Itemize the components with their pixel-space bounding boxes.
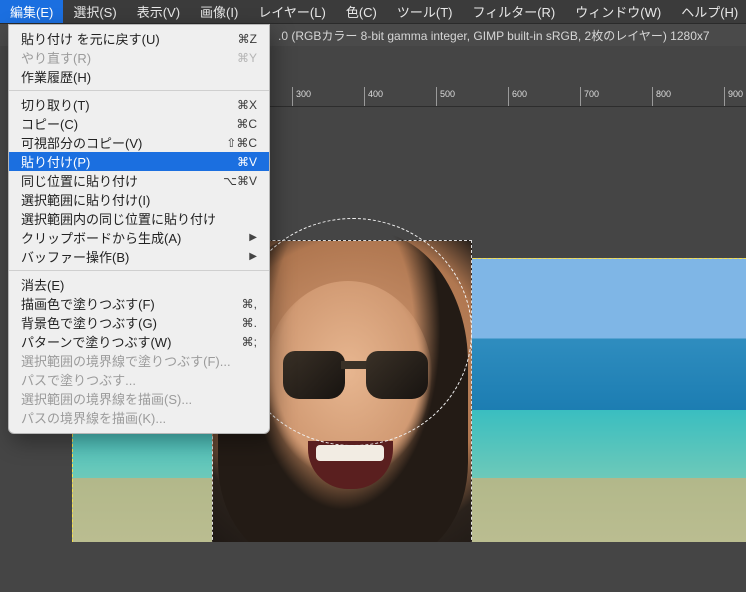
- menu-item-label: 貼り付け を元に戻す(U): [21, 29, 226, 48]
- menu-item-label: 選択範囲内の同じ位置に貼り付け: [21, 209, 257, 228]
- menu-ヘルプ[interactable]: ヘルプ(H): [671, 0, 746, 23]
- menu-item-label: パターンで塗りつぶす(W): [21, 332, 230, 351]
- menu-item-背景色で塗りつぶすG[interactable]: 背景色で塗りつぶす(G) ⌘.: [9, 313, 269, 332]
- menu-item-shortcut: ⌘.: [242, 316, 257, 330]
- menu-item-クリップボードから生成A[interactable]: クリップボードから生成(A) ▶: [9, 228, 269, 247]
- ruler-tick: 700: [580, 87, 599, 106]
- menu-item-shortcut: ⇧⌘C: [226, 136, 257, 150]
- menu-色[interactable]: 色(C): [336, 0, 387, 23]
- menu-separator: [9, 270, 269, 271]
- menu-item-label: 選択範囲の境界線で塗りつぶす(F)...: [21, 351, 257, 370]
- menu-選択[interactable]: 選択(S): [63, 0, 126, 23]
- menu-item-コピーC[interactable]: コピー(C) ⌘C: [9, 114, 269, 133]
- sunglasses: [283, 351, 428, 403]
- menu-item-やり直すR: やり直す(R) ⌘Y: [9, 48, 269, 67]
- menu-item-label: 作業履歴(H): [21, 67, 257, 86]
- menu-表示[interactable]: 表示(V): [127, 0, 190, 23]
- menu-item-選択範囲の境界線を描画S: 選択範囲の境界線を描画(S)...: [9, 389, 269, 408]
- menu-item-label: 背景色で塗りつぶす(G): [21, 313, 230, 332]
- edit-menu-dropdown: 貼り付け を元に戻す(U) ⌘Z やり直す(R) ⌘Y 作業履歴(H) 切り取り(T) ⌘X…: [8, 24, 270, 434]
- menu-item-label: 消去(E): [21, 275, 257, 294]
- menu-item-パターンで塗りつぶすW[interactable]: パターンで塗りつぶす(W) ⌘;: [9, 332, 269, 351]
- submenu-arrow-icon: ▶: [247, 232, 257, 243]
- image-title-text: .0 (RGBカラー 8-bit gamma integer, GIMP bui…: [278, 27, 710, 44]
- ruler-tick: 300: [292, 87, 311, 106]
- menu-item-消去E[interactable]: 消去(E): [9, 275, 269, 294]
- menu-item-label: パスの境界線を描画(K)...: [21, 408, 257, 427]
- menu-item-パスの境界線を描画K: パスの境界線を描画(K)...: [9, 408, 269, 427]
- menu-item-shortcut: ⌘V: [237, 155, 257, 169]
- menu-item-label: バッファー操作(B): [21, 247, 241, 266]
- menu-item-バッファー操作B[interactable]: バッファー操作(B) ▶: [9, 247, 269, 266]
- menu-item-label: 同じ位置に貼り付け: [21, 171, 211, 190]
- menu-item-shortcut: ⌥⌘V: [223, 174, 257, 188]
- menu-item-shortcut: ⌘Y: [237, 51, 257, 65]
- menubar: 編集(E)選択(S)表示(V)画像(I)レイヤー(L)色(C)ツール(T)フィル…: [0, 0, 746, 24]
- menu-item-shortcut: ⌘Z: [238, 32, 257, 46]
- menu-item-shortcut: ⌘X: [237, 98, 257, 112]
- menu-item-選択範囲に貼り付けI[interactable]: 選択範囲に貼り付け(I): [9, 190, 269, 209]
- menu-画像[interactable]: 画像(I): [190, 0, 248, 23]
- menu-item-選択範囲内の同じ位置に貼り付け[interactable]: 選択範囲内の同じ位置に貼り付け: [9, 209, 269, 228]
- menu-item-label: 選択範囲に貼り付け(I): [21, 190, 257, 209]
- menu-item-label: クリップボードから生成(A): [21, 228, 241, 247]
- menu-レイヤー[interactable]: レイヤー(L): [248, 0, 336, 23]
- menu-item-貼り付けP[interactable]: 貼り付け(P) ⌘V: [9, 152, 269, 171]
- menu-item-label: 可視部分のコピー(V): [21, 133, 214, 152]
- ruler-tick: 800: [652, 87, 671, 106]
- menu-item-shortcut: ⌘;: [242, 335, 257, 349]
- menu-item-label: やり直す(R): [21, 48, 225, 67]
- menu-item-label: 貼り付け(P): [21, 152, 225, 171]
- menu-item-label: パスで塗りつぶす...: [21, 370, 257, 389]
- ruler-tick: 900: [724, 87, 743, 106]
- menu-item-label: 選択範囲の境界線を描画(S)...: [21, 389, 257, 408]
- menu-item-パスで塗りつぶす: パスで塗りつぶす...: [9, 370, 269, 389]
- menu-item-同じ位置に貼り付け[interactable]: 同じ位置に貼り付け ⌥⌘V: [9, 171, 269, 190]
- menu-item-描画色で塗りつぶすF[interactable]: 描画色で塗りつぶす(F) ⌘,: [9, 294, 269, 313]
- menu-item-label: 切り取り(T): [21, 95, 225, 114]
- menu-item-貼り付けを元に戻すU[interactable]: 貼り付け を元に戻す(U) ⌘Z: [9, 29, 269, 48]
- menu-フィルター[interactable]: フィルター(R): [462, 0, 565, 23]
- ruler-tick: 600: [508, 87, 527, 106]
- menu-item-shortcut: ⌘C: [236, 117, 257, 131]
- menu-item-label: 描画色で塗りつぶす(F): [21, 294, 230, 313]
- menu-item-選択範囲の境界線で塗りつぶすF: 選択範囲の境界線で塗りつぶす(F)...: [9, 351, 269, 370]
- menu-item-shortcut: ⌘,: [242, 297, 257, 311]
- menu-item-作業履歴H[interactable]: 作業履歴(H): [9, 67, 269, 86]
- menu-ツール[interactable]: ツール(T): [387, 0, 463, 23]
- ruler-tick: 400: [364, 87, 383, 106]
- ruler-tick: 500: [436, 87, 455, 106]
- menu-separator: [9, 90, 269, 91]
- menu-item-可視部分のコピーV[interactable]: 可視部分のコピー(V) ⇧⌘C: [9, 133, 269, 152]
- menu-item-label: コピー(C): [21, 114, 224, 133]
- menu-編集[interactable]: 編集(E): [0, 0, 63, 23]
- menu-item-切り取りT[interactable]: 切り取り(T) ⌘X: [9, 95, 269, 114]
- submenu-arrow-icon: ▶: [247, 251, 257, 262]
- menu-ウィンドウ[interactable]: ウィンドウ(W): [565, 0, 671, 23]
